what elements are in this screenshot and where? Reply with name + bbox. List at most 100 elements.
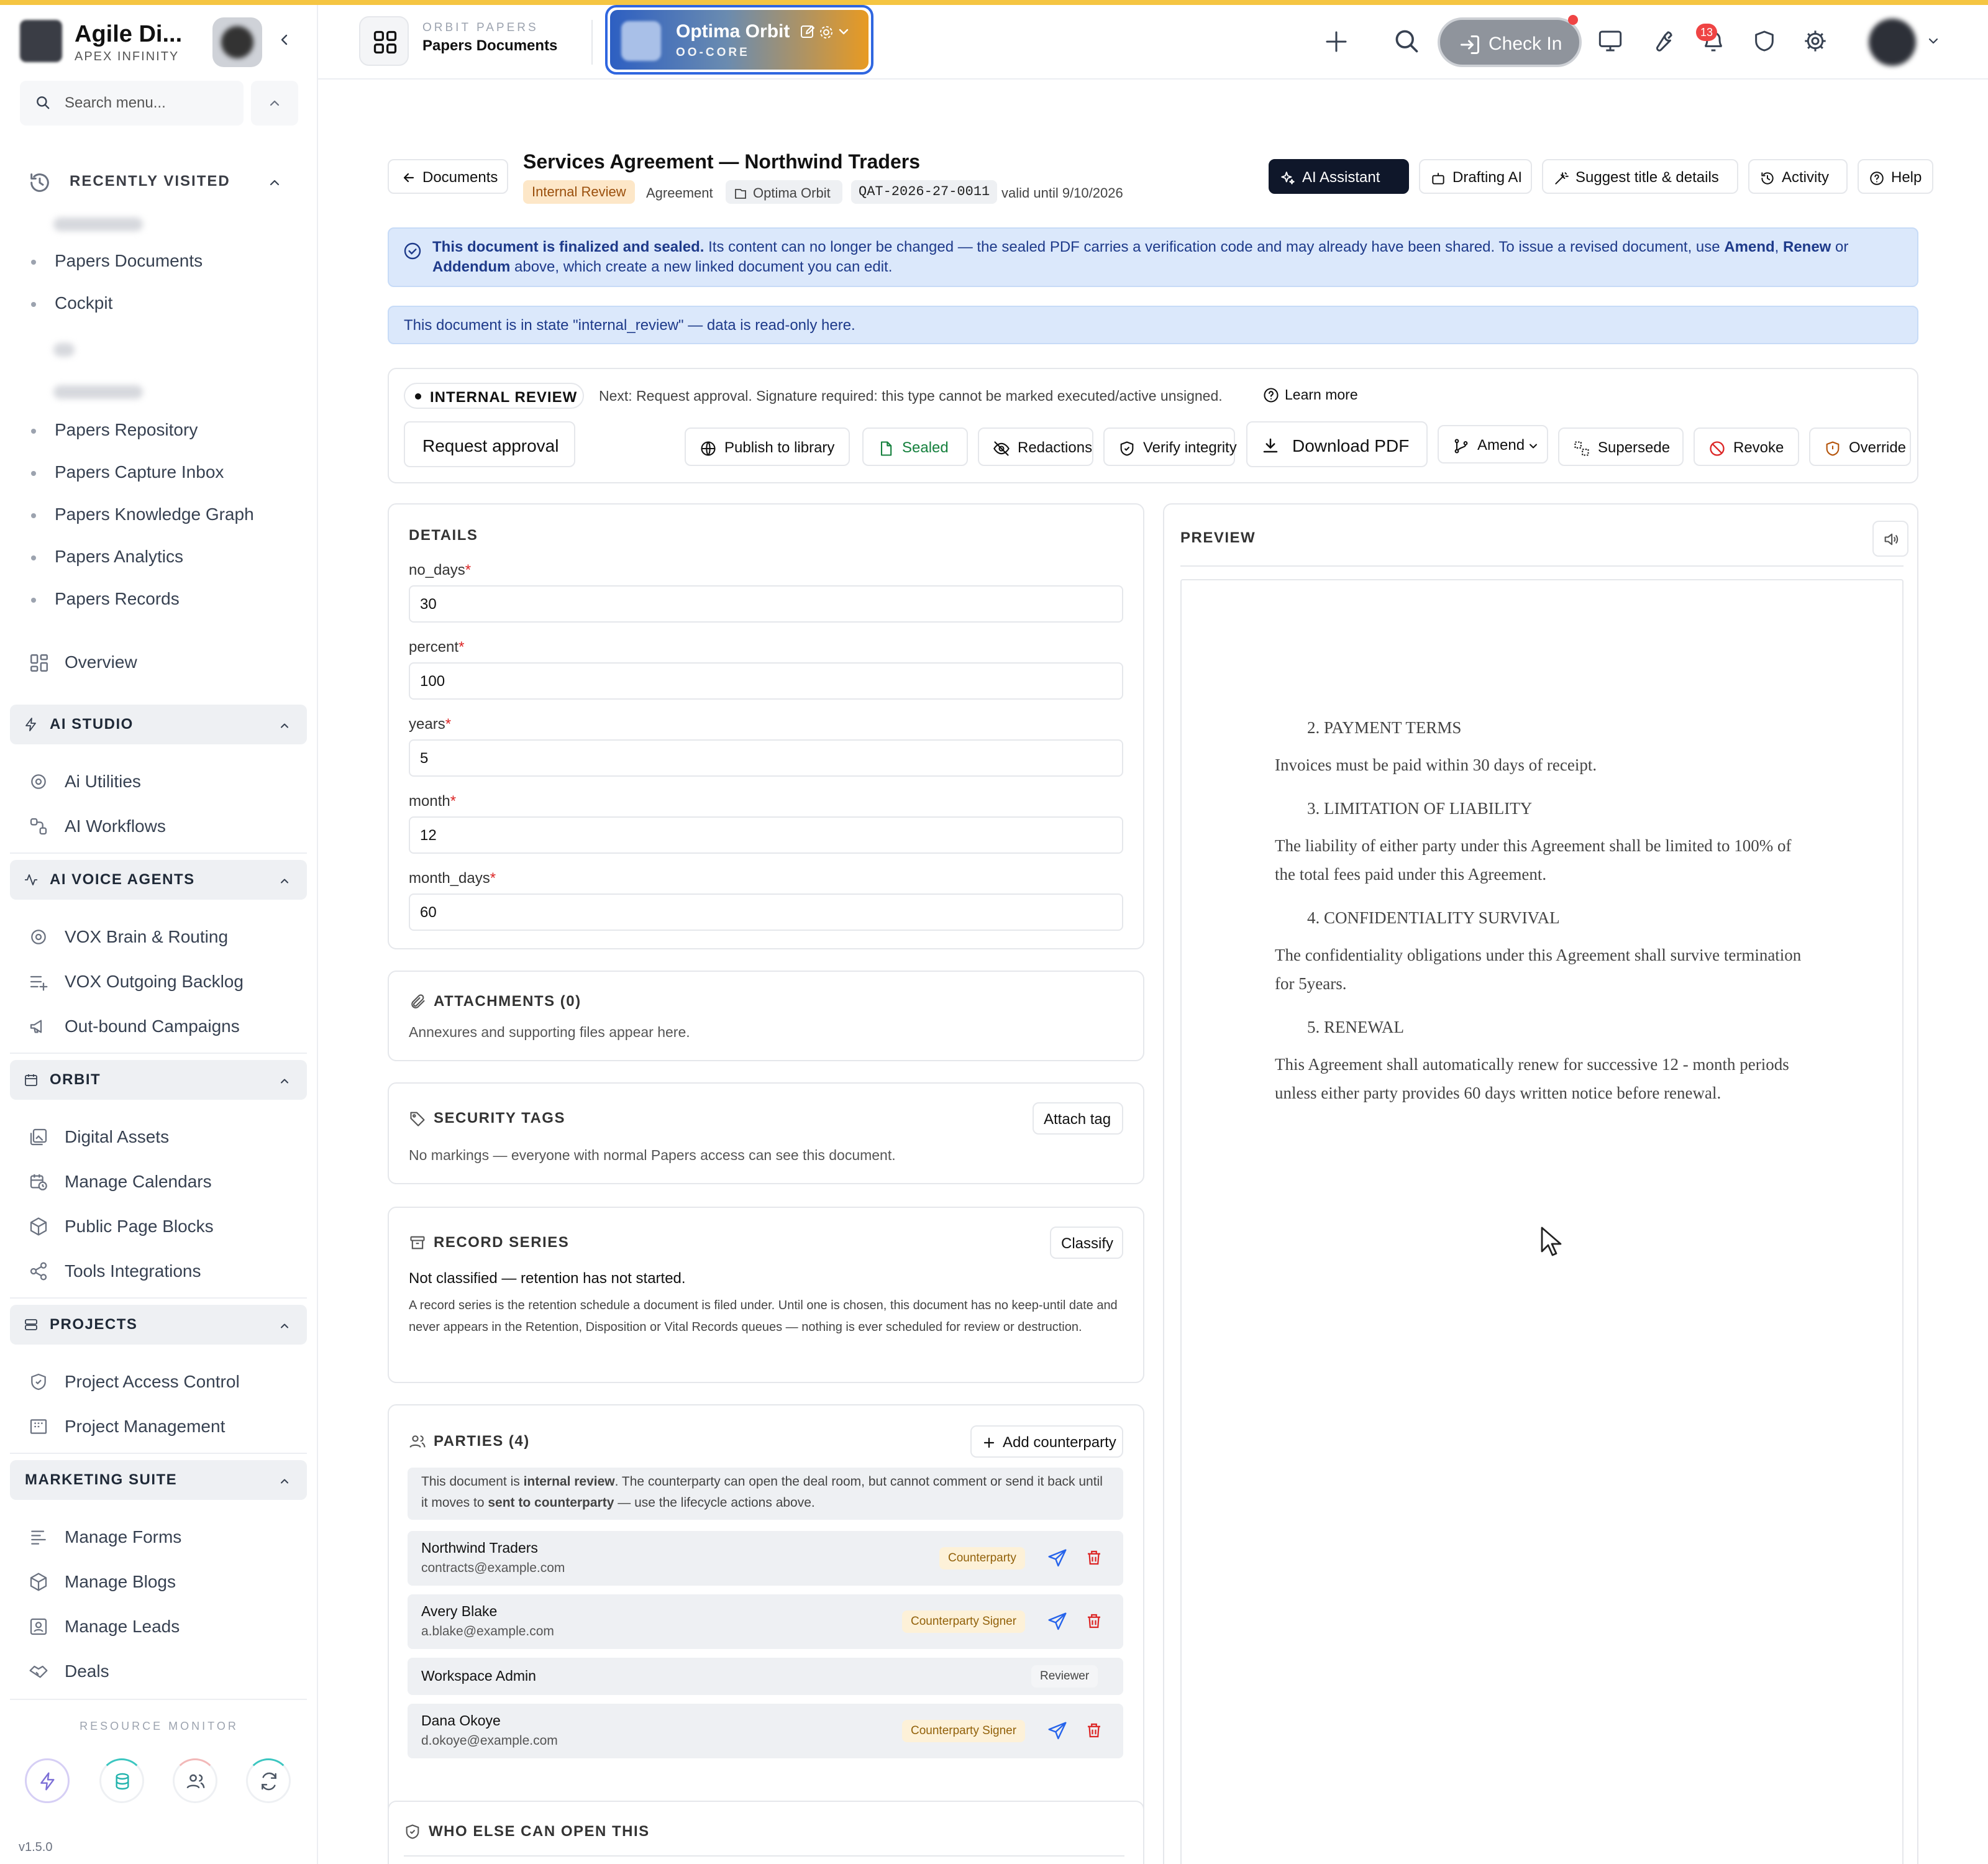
sidebar-item-ai-workflows[interactable]: AI Workflows (25, 809, 298, 844)
collapse-menu-button[interactable] (251, 81, 298, 126)
sidebar-item-ai-utilities[interactable]: Ai Utilities (25, 764, 298, 799)
recent-item-redacted[interactable] (53, 217, 143, 231)
field-label: percent* (409, 639, 465, 656)
nav-group-marketing-suite[interactable]: MARKETING SUITE (10, 1460, 307, 1500)
sidebar-item-vox-brain[interactable]: VOX Brain & Routing (25, 920, 298, 954)
users-monitor[interactable] (173, 1758, 217, 1803)
create-button[interactable] (1308, 14, 1364, 70)
percent-input[interactable] (420, 672, 1103, 691)
attach-tag-button[interactable]: Attach tag (1033, 1102, 1123, 1135)
search-icon[interactable] (1393, 27, 1420, 55)
send-icon[interactable] (1047, 1721, 1067, 1741)
send-icon[interactable] (1047, 1548, 1067, 1568)
cpu-monitor[interactable] (25, 1758, 70, 1803)
sidebar-item-project-access-control[interactable]: Project Access Control (25, 1364, 298, 1399)
month-input[interactable] (420, 826, 1103, 845)
sidebar-item-tools-integrations[interactable]: Tools Integrations (25, 1254, 298, 1289)
override-button[interactable]: Override (1809, 427, 1911, 466)
recent-item-redacted[interactable] (53, 343, 75, 357)
back-to-documents-button[interactable]: Documents (388, 159, 508, 194)
field-label: month* (409, 793, 457, 810)
workspace-switcher[interactable]: Optima Orbit OO-CORE (605, 5, 873, 75)
box-icon (29, 1217, 48, 1236)
chevron-up-icon (278, 875, 291, 887)
publish-to-library-button[interactable]: Publish to library (685, 427, 850, 466)
sidebar-item-manage-leads[interactable]: Manage Leads (25, 1609, 298, 1644)
parties-card: PARTIES (4) Add counterparty This docume… (388, 1404, 1144, 1862)
party-row: Avery Blake a.blake@example.com Counterp… (408, 1594, 1123, 1649)
drafting-ai-button[interactable]: Drafting AI (1419, 159, 1532, 194)
chevron-down-icon[interactable] (1926, 34, 1941, 48)
download-pdf-button[interactable]: Download PDF (1246, 421, 1428, 467)
status-badge: Internal Review (523, 180, 635, 204)
trash-icon[interactable] (1085, 1721, 1103, 1740)
add-counterparty-button[interactable]: Add counterparty (970, 1425, 1123, 1458)
workspace-code: OO-CORE (676, 46, 750, 59)
sidebar-item-public-page-blocks[interactable]: Public Page Blocks (25, 1209, 298, 1244)
nav-group-projects[interactable]: PROJECTS (10, 1305, 307, 1345)
sidebar-item-manage-forms[interactable]: Manage Forms (25, 1520, 298, 1555)
revoke-button[interactable]: Revoke (1694, 427, 1799, 466)
month-days-input[interactable] (420, 903, 1103, 922)
send-icon[interactable] (1047, 1612, 1067, 1632)
amend-link: Amend (1724, 239, 1775, 255)
collapse-sidebar-icon[interactable] (277, 32, 292, 47)
activity-icon (24, 872, 39, 887)
verify-integrity-button[interactable]: Verify integrity (1103, 427, 1237, 466)
search-menu-input[interactable] (65, 91, 226, 116)
help-button[interactable]: Help (1858, 159, 1933, 194)
check-in-button[interactable]: Check In (1438, 15, 1582, 67)
sidebar-item-deals[interactable]: Deals (25, 1654, 298, 1689)
nav-group-orbit[interactable]: ORBIT (10, 1060, 307, 1100)
sidebar-item-vox-backlog[interactable]: VOX Outgoing Backlog (25, 964, 298, 999)
supersede-button[interactable]: Supersede (1558, 427, 1684, 466)
amend-dropdown-button[interactable]: Amend (1438, 425, 1548, 464)
trash-icon[interactable] (1085, 1548, 1103, 1567)
sidebar-item-overview[interactable]: Overview (25, 645, 298, 680)
apps-grid-button[interactable] (359, 16, 409, 66)
trash-icon[interactable] (1085, 1612, 1103, 1630)
brand-name[interactable]: Agile Di... (75, 21, 182, 48)
sync-monitor[interactable] (246, 1758, 291, 1803)
user-avatar[interactable] (1869, 19, 1916, 66)
nav-group-ai-voice-agents[interactable]: AI VOICE AGENTS (10, 860, 307, 900)
attachments-empty-text: Annexures and supporting files appear he… (409, 1024, 690, 1040)
party-role-badge: Reviewer (1031, 1665, 1098, 1688)
storage-monitor[interactable] (99, 1758, 144, 1803)
classify-button[interactable]: Classify (1050, 1227, 1123, 1259)
sidebar-item-digital-assets[interactable]: Digital Assets (25, 1120, 298, 1154)
party-row: Workspace Admin Reviewer (408, 1658, 1123, 1695)
brand-logo[interactable] (20, 20, 62, 62)
sidebar-item-manage-blogs[interactable]: Manage Blogs (25, 1565, 298, 1599)
shield-alert-icon (1826, 441, 1840, 456)
years-input[interactable] (420, 749, 1103, 768)
preview-panel: PREVIEW 2. PAYMENT TERMS Invoices must b… (1163, 503, 1918, 1864)
list-plus-icon (29, 972, 48, 992)
shield-icon[interactable] (1752, 29, 1777, 53)
org-avatar[interactable] (212, 17, 262, 67)
security-tags-text: No markings — everyone with normal Paper… (409, 1147, 896, 1163)
no-days-input[interactable] (420, 595, 1103, 614)
sidebar-item-project-management[interactable]: Project Management (25, 1409, 298, 1444)
redactions-button[interactable]: Redactions (978, 427, 1093, 466)
gear-icon[interactable] (1803, 29, 1828, 53)
recently-visited-header[interactable]: RECENTLY VISITED (27, 168, 294, 199)
preview-title: PREVIEW (1180, 529, 1256, 546)
sidebar-item-manage-calendars[interactable]: Manage Calendars (25, 1164, 298, 1199)
activity-button[interactable]: Activity (1748, 159, 1848, 194)
wrench-icon[interactable] (1650, 29, 1675, 53)
read-aloud-button[interactable] (1872, 521, 1908, 557)
addendum-link: Addendum (432, 258, 511, 275)
paperclip-icon (411, 994, 425, 1008)
nav-group-ai-studio[interactable]: AI STUDIO (10, 705, 307, 744)
suggest-title-button[interactable]: Suggest title & details (1542, 159, 1738, 194)
chevron-down-icon (1530, 444, 1537, 449)
document-body: 2. PAYMENT TERMS Invoices must be paid w… (1275, 698, 1809, 1116)
sealed-button[interactable]: Sealed (862, 427, 968, 466)
sidebar-item-outbound-campaigns[interactable]: Out-bound Campaigns (25, 1009, 298, 1044)
recent-item-redacted[interactable] (53, 385, 143, 399)
request-approval-button[interactable]: Request approval (404, 421, 575, 467)
monitor-icon[interactable] (1598, 29, 1623, 53)
ai-assistant-button[interactable]: AI Assistant (1269, 159, 1409, 194)
document-title: Services Agreement — Northwind Traders (523, 150, 921, 173)
